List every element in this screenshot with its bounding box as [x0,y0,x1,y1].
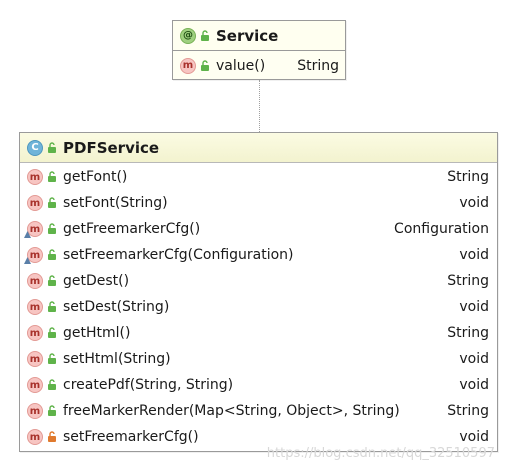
override-icon [24,231,31,238]
member-name: setHtml(String) [63,351,171,367]
service-header: @ Service [173,21,345,51]
member-type: void [459,429,489,445]
public-access-icon [48,249,56,260]
member-name: getDest() [63,273,130,289]
member-type: String [297,57,339,74]
method-icon: m [27,169,43,185]
member-row[interactable]: m setDest(String) void [20,294,497,320]
member-type: void [459,299,489,315]
annotation-icon: @ [180,27,196,44]
member-row[interactable]: m createPdf(String, String) void [20,372,497,398]
member-name: freeMarkerRender(Map<String, Object>, St… [63,403,400,419]
service-annotation-box[interactable]: @ Service m value() String [172,20,346,80]
method-icon: m [24,247,43,264]
public-access-icon [48,141,56,153]
member-row[interactable]: m getHtml() String [20,320,497,346]
member-name: createPdf(String, String) [63,377,234,393]
member-type: String [447,403,489,419]
member-type: Configuration [394,221,489,237]
method-icon: m [27,195,43,211]
method-icon: m [27,377,43,393]
private-access-icon [48,431,56,442]
public-access-icon [48,197,56,208]
method-icon: m [24,221,43,238]
member-name: setDest(String) [63,299,170,315]
pdfservice-title: PDFService [63,138,160,157]
member-row[interactable]: m getDest() String [20,268,497,294]
public-access-icon [48,171,56,182]
override-icon [24,257,31,264]
service-title: Service [216,26,279,45]
pdfservice-header: C PDFService [20,133,497,163]
method-icon: m [27,273,43,289]
member-row[interactable]: m getFont() String [20,164,497,190]
public-access-icon [201,29,209,41]
method-icon: m [27,299,43,315]
public-access-icon [201,59,209,71]
member-name: setFreemarkerCfg(Configuration) [63,247,294,263]
member-name: setFont(String) [63,195,168,211]
public-access-icon [48,223,56,234]
public-access-icon [48,327,56,338]
pdfservice-class-box[interactable]: C PDFService m getFont() String m setFont(St… [19,132,498,452]
member-row[interactable]: m getFreemarkerCfg() Configuration [20,216,497,242]
member-row-value[interactable]: m value() String [173,52,345,79]
public-access-icon [48,275,56,286]
uml-diagram: @ Service m value() String C PDFService … [0,0,507,475]
member-type: void [459,351,489,367]
member-name: getFont() [63,169,128,185]
member-type: String [447,273,489,289]
public-access-icon [48,405,56,416]
member-type: void [459,195,489,211]
member-name: setFreemarkerCfg() [63,429,199,445]
member-row[interactable]: m setFont(String) void [20,190,497,216]
class-icon: C [27,139,43,156]
member-name: getHtml() [63,325,131,341]
public-access-icon [48,301,56,312]
method-icon: m [27,403,43,419]
member-type: void [459,247,489,263]
public-access-icon [48,353,56,364]
member-name: getFreemarkerCfg() [63,221,201,237]
method-icon: m [27,351,43,367]
pdfservice-members: m getFont() String m setFont(String) void m get… [20,163,497,450]
member-type: void [459,377,489,393]
watermark: https://blog.csdn.net/qq_32510597 [266,446,495,461]
service-members: m value() String [173,51,345,79]
member-type: String [447,325,489,341]
dependency-connector [259,80,260,132]
method-icon: m [180,57,196,74]
member-name: value() [216,57,266,74]
public-access-icon [48,379,56,390]
member-row[interactable]: m setHtml(String) void [20,346,497,372]
method-icon: m [27,325,43,341]
member-row[interactable]: m freeMarkerRender(Map<String, Object>, S… [20,398,497,424]
method-icon: m [27,429,43,445]
member-type: String [447,169,489,185]
member-row[interactable]: m setFreemarkerCfg(Configuration) void [20,242,497,268]
